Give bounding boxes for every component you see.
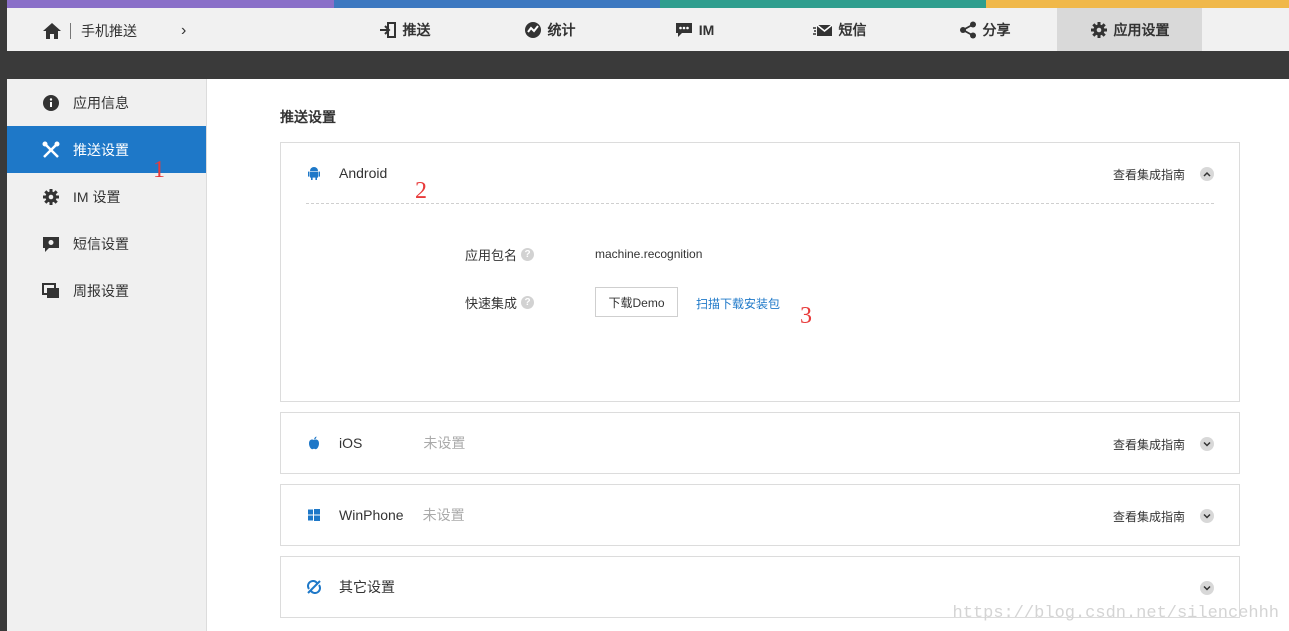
windows-icon <box>307 507 321 523</box>
other-settings-icon <box>307 579 321 595</box>
nav-label: 分享 <box>982 21 1011 38</box>
annotation-1: 1 <box>153 157 165 183</box>
annotation-2: 2 <box>415 178 427 204</box>
package-name-value: machine.recognition <box>595 247 703 261</box>
package-name-label: 应用包名 ? <box>465 245 535 264</box>
top-nav: 推送 统计 IM 短信 分享 应用设置 <box>332 8 1202 51</box>
scan-download-link[interactable]: 扫描下载安装包 <box>696 295 780 312</box>
chevron-right-icon[interactable]: › <box>181 22 186 40</box>
nav-item-im[interactable]: IM <box>622 8 767 51</box>
stats-icon <box>524 21 541 38</box>
nav-label: 短信 <box>838 21 867 38</box>
nav-item-sms[interactable]: 短信 <box>767 8 912 51</box>
winphone-panel: WinPhone 未设置 查看集成指南 <box>280 484 1240 546</box>
integration-guide-link[interactable]: 查看集成指南 <box>1113 166 1185 183</box>
status-text: 未设置 <box>423 435 466 451</box>
top-bar: 手机推送 › 推送 统计 IM 短信 分享 应用设置 <box>7 0 1289 51</box>
platform-name: Android <box>339 165 388 181</box>
section-name: 其它设置 <box>339 579 395 595</box>
sidebar-item-label: 推送设置 <box>73 141 129 158</box>
help-icon[interactable]: ? <box>521 248 535 261</box>
platform-name: iOS <box>339 435 363 451</box>
nav-item-stats[interactable]: 统计 <box>477 8 622 51</box>
ios-panel: iOS 未设置 查看集成指南 <box>280 412 1240 474</box>
sms-icon <box>812 23 832 36</box>
page-title: 推送设置 <box>280 109 336 125</box>
field-label: 应用包名 <box>465 248 518 263</box>
sidebar-item-label: 短信设置 <box>73 235 129 252</box>
sidebar-item-sms-settings[interactable]: 短信设置 <box>7 220 206 267</box>
apple-icon <box>307 435 321 451</box>
nav-item-push[interactable]: 推送 <box>332 8 477 51</box>
home-icon[interactable] <box>42 22 62 40</box>
divider <box>306 203 1214 204</box>
sidebar-item-label: IM 设置 <box>73 188 121 205</box>
ios-panel-header[interactable]: iOS 未设置 查看集成指南 <box>281 413 1239 473</box>
android-icon <box>307 165 321 181</box>
status-text: 未设置 <box>422 507 465 523</box>
sidebar-item-push-settings[interactable]: 推送设置 <box>7 126 206 173</box>
nav-label: 应用设置 <box>1113 21 1170 38</box>
quick-integration-label: 快速集成 ? <box>465 293 535 312</box>
breadcrumb-separator <box>70 23 71 39</box>
main-content: 推送设置 Android 查看集成指南 应用包名 ? machine.recog… <box>207 79 1289 631</box>
tools-icon <box>42 141 60 159</box>
breadcrumb-label[interactable]: 手机推送 <box>81 21 137 41</box>
nav-item-share[interactable]: 分享 <box>912 8 1057 51</box>
download-demo-button[interactable]: 下载Demo <box>595 287 678 317</box>
field-label: 快速集成 <box>465 296 518 311</box>
winphone-panel-header[interactable]: WinPhone 未设置 查看集成指南 <box>281 485 1239 545</box>
sidebar-item-app-info[interactable]: 应用信息 <box>7 79 206 126</box>
nav-label: IM <box>698 21 715 38</box>
nav-label: 统计 <box>547 21 576 38</box>
sidebar-item-im-settings[interactable]: IM 设置 <box>7 173 206 220</box>
breadcrumb: 手机推送 › <box>42 20 186 42</box>
report-icon <box>42 282 60 300</box>
integration-guide-link[interactable]: 查看集成指南 <box>1113 436 1185 453</box>
nav-label: 推送 <box>402 21 431 38</box>
annotation-3: 3 <box>800 303 812 329</box>
watermark: https://blog.csdn.net/silencehhh <box>952 604 1279 623</box>
sidebar: 应用信息 推送设置 IM 设置 短信设置 周报设置 <box>7 79 207 631</box>
help-icon[interactable]: ? <box>521 296 535 309</box>
nav-item-app-settings[interactable]: 应用设置 <box>1057 8 1202 51</box>
expand-icon[interactable] <box>1200 437 1214 451</box>
expand-icon[interactable] <box>1200 509 1214 523</box>
expand-icon[interactable] <box>1200 581 1214 595</box>
collapse-icon[interactable] <box>1200 167 1214 181</box>
share-icon <box>959 21 976 38</box>
sidebar-item-label: 周报设置 <box>73 282 129 299</box>
sms-settings-icon <box>42 235 60 253</box>
gear-icon <box>1090 21 1107 38</box>
chat-icon <box>675 22 692 37</box>
gear-icon <box>42 188 60 206</box>
sidebar-item-report-settings[interactable]: 周报设置 <box>7 267 206 314</box>
sidebar-item-label: 应用信息 <box>73 94 129 111</box>
platform-name: WinPhone <box>339 507 404 523</box>
push-icon <box>379 21 396 38</box>
integration-guide-link[interactable]: 查看集成指南 <box>1113 508 1185 525</box>
color-stripe <box>7 0 1289 8</box>
info-icon <box>42 94 60 112</box>
